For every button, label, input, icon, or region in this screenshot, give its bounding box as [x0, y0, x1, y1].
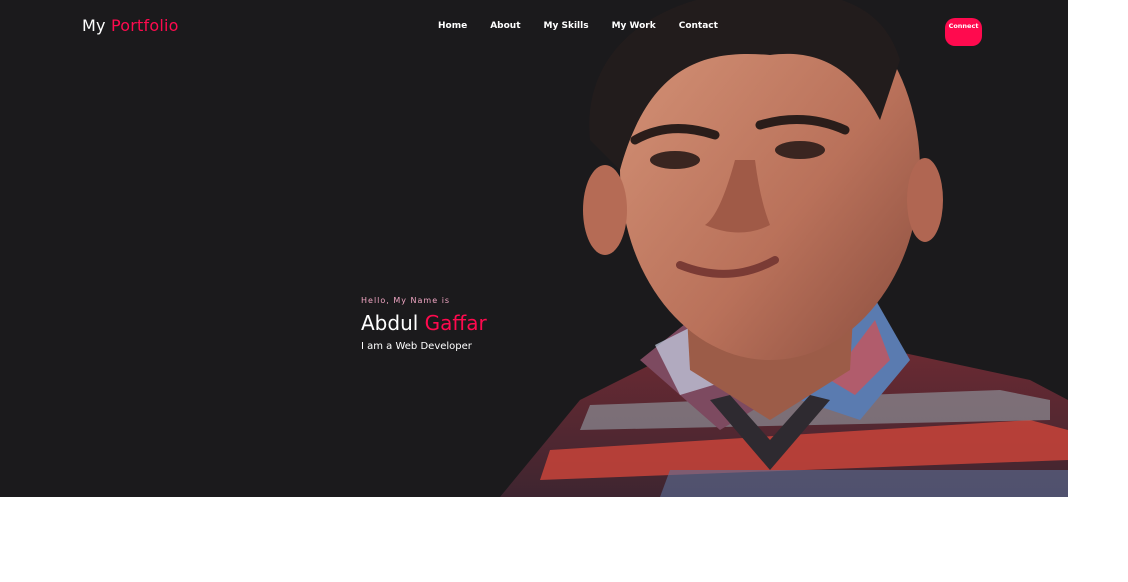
hero-section: My Portfolio Home About My Skills My Wor…: [0, 0, 1068, 497]
nav-contact[interactable]: Contact: [679, 21, 718, 31]
hero-intro: Hello, My Name is Abdul Gaffar I am a We…: [361, 296, 487, 352]
site-logo[interactable]: My Portfolio: [82, 16, 179, 35]
logo-accent-word: Portfolio: [110, 16, 179, 35]
profile-photo: [500, 0, 1068, 497]
nav-my-work[interactable]: My Work: [612, 21, 656, 31]
logo-first-word: My: [82, 16, 106, 35]
nav-my-skills[interactable]: My Skills: [544, 21, 589, 31]
first-name: Abdul: [361, 311, 419, 335]
hero-name: Abdul Gaffar: [361, 311, 487, 335]
greeting-text: Hello, My Name is: [361, 296, 451, 305]
last-name: Gaffar: [424, 311, 487, 335]
nav-home[interactable]: Home: [438, 21, 467, 31]
nav-about[interactable]: About: [490, 21, 520, 31]
main-nav: Home About My Skills My Work Contact: [438, 21, 741, 31]
role-text: I am a Web Developer: [361, 341, 472, 352]
connect-button[interactable]: Connect: [945, 18, 982, 46]
